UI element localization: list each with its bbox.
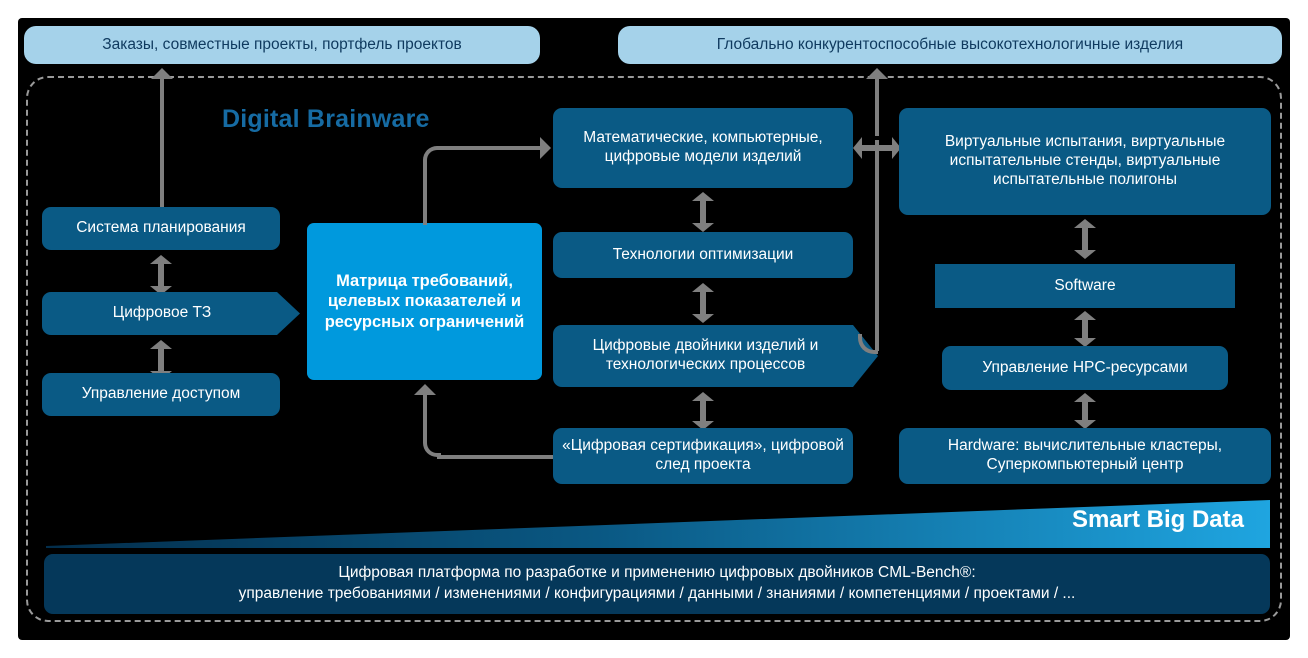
connector-certification-to-matrix-horizontal	[437, 455, 557, 459]
connector-matrix-to-models-vertical	[423, 160, 427, 225]
connector-to-orders-banner	[160, 78, 164, 207]
block-access-control-label: Управление доступом	[81, 385, 241, 403]
block-math-models-label: Математические, компьютерные, цифровые м…	[583, 129, 823, 165]
banner-orders[interactable]: Заказы, совместные проекты, портфель про…	[24, 26, 540, 64]
block-virtual-tests[interactable]: Виртуальные испытания, виртуальные испыт…	[899, 108, 1271, 215]
smart-big-data-label: Smart Big Data	[1071, 506, 1244, 533]
block-access-control[interactable]: Управление доступом	[42, 373, 280, 416]
block-planning-system-label: Система планирования	[76, 219, 246, 237]
block-software[interactable]: Software	[935, 264, 1235, 308]
platform-line-1: Цифровая платформа по разработке и приме…	[338, 564, 976, 582]
connector-models-to-virtual-tests	[853, 137, 901, 159]
connector-hpc-to-hardware	[1074, 393, 1096, 429]
connector-to-products-banner	[875, 78, 879, 136]
connector-twins-to-certification	[692, 392, 714, 430]
block-hpc-management-label: Управление HPC-ресурсами	[982, 358, 1188, 376]
block-hpc-management[interactable]: Управление HPC-ресурсами	[942, 346, 1228, 390]
block-planning-system[interactable]: Система планирования	[42, 207, 280, 250]
block-digital-twins-label: Цифровые двойники изделий и технологичес…	[592, 337, 819, 373]
arrowhead-to-products-banner	[866, 68, 888, 79]
connector-models-to-optimization	[692, 192, 714, 232]
connector-matrix-to-models-horizontal	[437, 146, 545, 150]
platform-line-2: управление требованиями / изменениями / …	[238, 585, 1076, 602]
block-requirements-matrix[interactable]: Матрица требований, целевых показателей …	[307, 223, 542, 380]
block-software-label: Software	[1054, 276, 1116, 294]
arrowhead-into-matrix	[414, 384, 436, 395]
block-digital-certification-label: «Цифровая сертификация», цифровой след п…	[562, 437, 844, 473]
block-math-models[interactable]: Математические, компьютерные, цифровые м…	[553, 108, 853, 188]
arrowhead-to-orders-banner	[151, 68, 173, 79]
banner-products[interactable]: Глобально конкурентоспособные высокотехн…	[618, 26, 1282, 64]
connector-twins-to-virtual-tests-vertical	[875, 140, 879, 351]
banner-products-label: Глобально конкурентоспособные высокотехн…	[716, 35, 1184, 53]
block-optimization-tech-label: Технологии оптимизации	[612, 245, 794, 263]
platform-bar[interactable]: Цифровая платформа по разработке и приме…	[44, 554, 1270, 614]
block-optimization-tech[interactable]: Технологии оптимизации	[553, 232, 853, 278]
page-title: Digital Brainware	[222, 105, 430, 133]
smart-big-data-wedge: Smart Big Data	[46, 498, 1270, 548]
block-hardware[interactable]: Hardware: вычислительные кластеры, Супер…	[899, 428, 1271, 484]
connector-certification-to-matrix-vertical	[423, 395, 427, 441]
diagram-canvas: Заказы, совместные проекты, портфель про…	[0, 0, 1308, 658]
block-requirements-matrix-label: Матрица требований, целевых показателей …	[324, 272, 525, 331]
block-virtual-tests-label: Виртуальные испытания, виртуальные испыт…	[944, 133, 1226, 188]
block-digital-spec-label: Цифровое ТЗ	[112, 304, 212, 322]
block-hardware-label: Hardware: вычислительные кластеры, Супер…	[947, 437, 1223, 473]
connector-optimization-to-twins	[692, 283, 714, 323]
block-digital-certification[interactable]: «Цифровая сертификация», цифровой след п…	[553, 428, 853, 484]
block-digital-spec[interactable]: Цифровое ТЗ	[42, 292, 300, 335]
connector-virtual-tests-to-software	[1074, 219, 1096, 259]
banner-orders-label: Заказы, совместные проекты, портфель про…	[102, 35, 462, 53]
connector-planning-to-spec	[150, 255, 172, 295]
arrowhead-into-models	[540, 137, 551, 159]
connector-software-to-hpc	[1074, 311, 1096, 347]
block-digital-twins[interactable]: Цифровые двойники изделий и технологичес…	[553, 325, 878, 387]
